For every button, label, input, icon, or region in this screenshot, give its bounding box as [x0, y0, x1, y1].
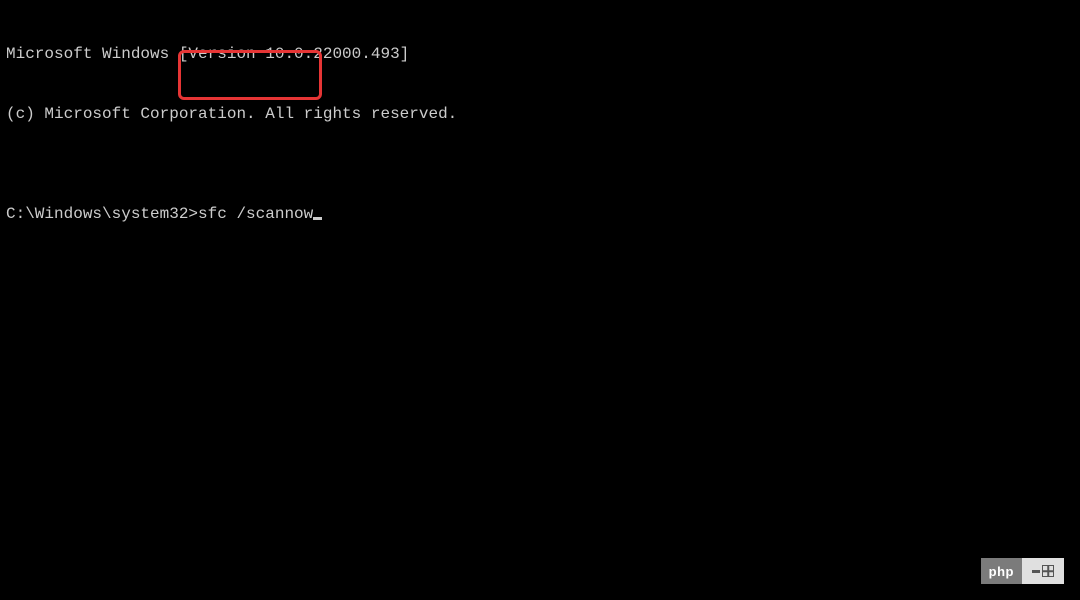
text-cursor-icon — [313, 217, 322, 220]
command-prompt-terminal[interactable]: Microsoft Windows [Version 10.0.22000.49… — [0, 0, 1080, 248]
watermark-icon — [1022, 558, 1064, 584]
copyright-line: (c) Microsoft Corporation. All rights re… — [6, 104, 1074, 124]
command-prompt-line[interactable]: C:\Windows\system32>sfc /scannow — [6, 204, 1074, 224]
watermark-badge: php — [981, 558, 1064, 584]
command-input[interactable]: sfc /scannow — [198, 204, 313, 224]
prompt-path: C:\Windows\system32> — [6, 204, 198, 224]
watermark-label: php — [981, 558, 1022, 584]
version-header-line: Microsoft Windows [Version 10.0.22000.49… — [6, 44, 1074, 64]
